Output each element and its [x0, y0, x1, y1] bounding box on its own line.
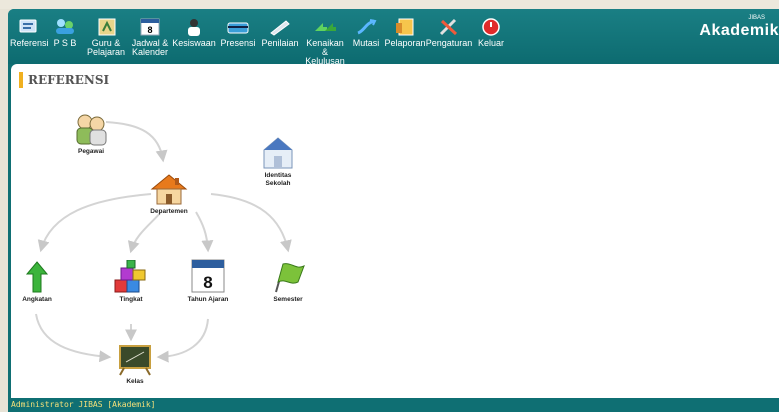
node-semester[interactable]: Semester: [266, 260, 310, 304]
menu-pelaporan[interactable]: Pelaporan: [384, 17, 426, 48]
node-tahun-label: Tahun Ajaran: [187, 296, 229, 303]
menu-penilaian[interactable]: Penilaian: [260, 17, 300, 48]
brand-name: Akademik: [699, 22, 779, 39]
menu-jadwal[interactable]: 8 Jadwal & Kalender: [128, 17, 172, 57]
node-semester-label: Semester: [273, 296, 303, 303]
node-departemen[interactable]: Departemen: [141, 172, 197, 216]
menu-guru[interactable]: Guru & Pelajaran: [86, 17, 128, 57]
node-identitas-sekolah[interactable]: Identitas Sekolah: [255, 136, 301, 188]
brand-logo: JIBAS Akademik: [699, 15, 779, 40]
node-angkatan[interactable]: Angkatan: [17, 260, 57, 304]
menu-pengaturan[interactable]: Pengaturan: [424, 17, 474, 48]
top-strip: [0, 0, 779, 9]
users-icon: [56, 19, 74, 34]
up-arrow-icon: [25, 261, 49, 293]
menu-presensi[interactable]: Presensi: [218, 17, 258, 48]
menu-keluar[interactable]: Keluar: [474, 17, 508, 48]
node-identitas-label: Identitas Sekolah: [264, 172, 292, 187]
calendar-icon: 8: [140, 18, 160, 36]
node-tingkat-label: Tingkat: [119, 296, 143, 303]
chalkboard-icon: [119, 345, 151, 376]
flag-icon: [275, 263, 305, 293]
menu-mutasi[interactable]: Mutasi: [350, 17, 382, 48]
node-departemen-label: Departemen: [150, 208, 188, 215]
people-icon: [76, 114, 107, 146]
menu-referensi-label: Referensi: [10, 38, 49, 48]
app-window: Referensi P S B Guru & Pelajaran 8 Jadwa…: [8, 9, 779, 412]
node-kelas[interactable]: Kelas: [115, 344, 155, 386]
tools-icon: [439, 18, 458, 36]
svg-text:8: 8: [147, 25, 152, 35]
node-tahun-ajaran[interactable]: 8 Tahun Ajaran: [183, 258, 233, 304]
menu-keluar-label: Keluar: [477, 38, 504, 48]
card-icon: [227, 22, 249, 34]
teacher-icon: [98, 18, 116, 36]
node-kelas-label: Kelas: [126, 378, 144, 385]
pen-icon: [270, 20, 290, 36]
menu-jadwal-label: Jadwal & Kalender: [131, 38, 169, 57]
calendar-day: 8: [203, 273, 212, 292]
menu-pelaporan-label: Pelaporan: [384, 38, 426, 48]
brand-super: JIBAS: [748, 15, 765, 21]
blocks-icon: [114, 260, 146, 293]
node-pegawai-label: Pegawai: [77, 148, 104, 155]
house-icon: [150, 174, 188, 205]
menu-referensi[interactable]: Referensi: [10, 17, 49, 48]
menu-kesiswaan[interactable]: Kesiswaan: [172, 17, 216, 48]
school-icon: [263, 137, 293, 169]
students-icon: [188, 19, 200, 36]
book-icon: [19, 19, 37, 33]
arrows-icon: [315, 23, 336, 31]
menu-pengaturan-label: Pengaturan: [425, 38, 473, 48]
mutation-icon: [357, 19, 377, 35]
menu-kesiswaan-label: Kesiswaan: [172, 38, 216, 48]
content-panel: REFERENSI Pegawai Identitas Sekolah Depa…: [11, 64, 779, 398]
menu-penilaian-label: Penilaian: [261, 38, 299, 48]
power-icon: [482, 18, 500, 36]
menu-kenaikan[interactable]: Kenaikan & Kelulusan: [302, 17, 348, 66]
menu-psb[interactable]: P S B: [50, 17, 80, 48]
menu-psb-label: P S B: [53, 38, 77, 48]
status-bar: Administrator JIBAS [Akademik]: [11, 400, 156, 409]
menu-kenaikan-label: Kenaikan & Kelulusan: [305, 38, 345, 66]
menu-mutasi-label: Mutasi: [352, 38, 380, 48]
node-pegawai[interactable]: Pegawai: [69, 112, 113, 156]
node-tingkat[interactable]: Tingkat: [111, 260, 151, 304]
report-icon: [396, 18, 414, 36]
menu-guru-label: Guru & Pelajaran: [86, 38, 126, 57]
calendar-icon: 8: [191, 259, 225, 293]
menu-presensi-label: Presensi: [220, 38, 256, 48]
node-angkatan-label: Angkatan: [22, 296, 52, 303]
main-toolbar: Referensi P S B Guru & Pelajaran 8 Jadwa…: [8, 9, 779, 66]
